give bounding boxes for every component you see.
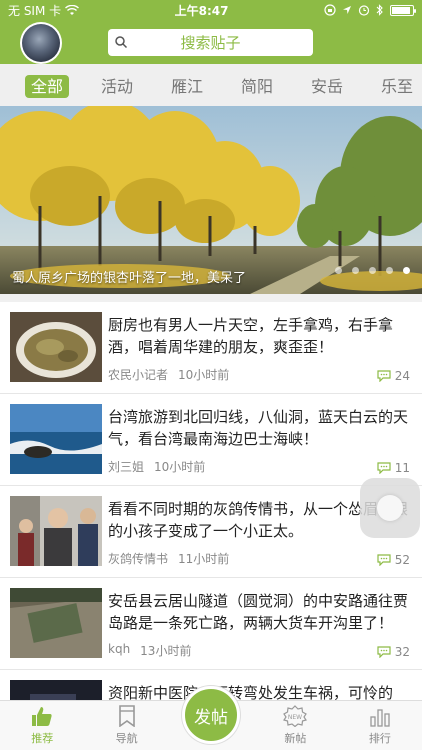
tab-label: 活动: [100, 77, 133, 96]
post-time: 10小时前: [154, 460, 206, 474]
nav-label: 推荐: [31, 732, 54, 745]
carousel-dot[interactable]: [335, 267, 342, 274]
nav-label: 新帖: [284, 732, 307, 745]
category-tabs: 全部 活动 雁江 简阳 安岳 乐至: [0, 64, 422, 106]
status-right: [324, 4, 416, 16]
nav-recommend[interactable]: 推荐: [0, 701, 84, 750]
carousel-dot[interactable]: [386, 267, 393, 274]
comment-number: 24: [394, 369, 410, 383]
comment-count: 24: [377, 369, 410, 383]
carrier-label: 无 SIM 卡: [8, 3, 62, 18]
location-arrow-icon: [343, 6, 351, 14]
post-button-label: 发帖: [194, 707, 228, 728]
bookmark-icon: [118, 705, 135, 727]
post-item[interactable]: 台湾旅游到北回归线，八仙洞，蓝天白云的天气，看台湾最南海边巴士海峡！ 刘三姐 1…: [0, 394, 422, 486]
search-placeholder: 搜索贴子: [180, 34, 241, 52]
header: 搜索贴子: [0, 20, 422, 64]
banner-caption: 蜀人原乡广场的银杏叶落了一地，美呆了: [12, 271, 247, 286]
comment-icon: [377, 554, 391, 566]
comment-count: 11: [377, 461, 410, 475]
post-title: 安岳县云居山隧道（圆觉洞）的中安路通往贾岛路是一条死亡路，两辆大货车开沟里了！: [108, 592, 409, 632]
post-meta: kqh 13小时前: [108, 642, 191, 659]
new-badge-icon: NEW: [283, 705, 308, 727]
tab-jianyang[interactable]: 简阳: [222, 73, 292, 97]
post-thumbnail: [10, 404, 102, 474]
post-feed: 厨房也有男人一片天空，左手拿鸡，右手拿酒，唱着周华建的朋友，爽歪歪！ 农民小记者…: [0, 294, 422, 750]
top-bar: 无 SIM 卡 上午8:47 搜索贴子: [0, 0, 422, 64]
app-screen: 无 SIM 卡 上午8:47 搜索贴子 全部 活动 雁江 简阳 安岳 乐至 蜀人…: [0, 0, 422, 750]
avatar-image: [22, 24, 60, 62]
post-time: 13小时前: [140, 644, 192, 658]
post-time: 11小时前: [178, 552, 230, 566]
comment-icon: [377, 646, 391, 658]
tab-anyue[interactable]: 安岳: [292, 73, 362, 97]
carousel-dots: [335, 267, 410, 274]
thumbs-up-icon: [32, 707, 52, 726]
tab-label: 安岳: [310, 77, 343, 96]
post-thumbnail: [10, 588, 102, 658]
status-left: 无 SIM 卡: [8, 2, 80, 19]
alarm-icon: [358, 5, 370, 16]
tab-activity[interactable]: 活动: [82, 73, 152, 97]
assistive-touch-button[interactable]: [360, 478, 420, 538]
post-item[interactable]: 厨房也有男人一片天空，左手拿鸡，右手拿酒，唱着周华建的朋友，爽歪歪！ 农民小记者…: [0, 294, 422, 394]
post-item[interactable]: 看看不同时期的灰鸽传情书，从一个怂眉怂眼的小孩子变成了一个小正太。 灰鸽传情书 …: [0, 486, 422, 578]
status-time: 上午8:47: [174, 3, 229, 18]
nav-label: 导航: [115, 732, 138, 745]
comment-icon: [377, 462, 391, 474]
tab-label: 全部: [24, 75, 69, 98]
battery-icon: [390, 4, 416, 16]
carousel-dot[interactable]: [352, 267, 359, 274]
tab-label: 乐至: [380, 77, 413, 96]
assistive-touch-dot: [377, 495, 403, 521]
comment-count: 52: [377, 553, 410, 567]
comment-number: 52: [394, 553, 410, 567]
tab-lezhi[interactable]: 乐至: [362, 73, 422, 97]
svg-text:NEW: NEW: [288, 714, 302, 721]
post-author: kqh: [108, 642, 131, 656]
post-time: 10小时前: [178, 368, 230, 382]
tab-all[interactable]: 全部: [12, 73, 82, 98]
post-title: 厨房也有男人一片天空，左手拿鸡，右手拿酒，唱着周华建的朋友，爽歪歪！: [108, 316, 394, 356]
bar-chart-icon: [370, 709, 390, 727]
post-meta: 刘三姐 10小时前: [108, 458, 205, 475]
post-thumbnail: [10, 312, 102, 382]
wifi-icon: [65, 4, 80, 15]
lock-rotation-icon: [324, 4, 336, 16]
tab-label: 雁江: [170, 77, 203, 96]
comment-count: 32: [377, 645, 410, 659]
search-icon: [115, 36, 128, 49]
post-item[interactable]: 安岳县云居山隧道（圆觉洞）的中安路通往贾岛路是一条死亡路，两辆大货车开沟里了！ …: [0, 578, 422, 670]
search-box[interactable]: 搜索贴子: [108, 29, 313, 56]
post-author: 灰鸽传情书: [108, 552, 169, 566]
bluetooth-icon: [376, 4, 383, 16]
post-author: 农民小记者: [108, 368, 169, 382]
tab-yanjiang[interactable]: 雁江: [152, 73, 222, 97]
banner-image: [0, 106, 422, 294]
status-bar: 无 SIM 卡 上午8:47: [0, 0, 422, 20]
nav-new-posts[interactable]: NEW 新帖: [253, 701, 337, 750]
comment-number: 11: [394, 461, 410, 475]
comment-icon: [377, 370, 391, 382]
post-author: 刘三姐: [108, 460, 145, 474]
tab-list: 全部 活动 雁江 简阳 安岳 乐至: [0, 73, 422, 98]
user-avatar[interactable]: [20, 22, 62, 64]
banner-carousel[interactable]: 蜀人原乡广场的银杏叶落了一地，美呆了: [0, 106, 422, 294]
carousel-dot[interactable]: [403, 267, 410, 274]
post-meta: 灰鸽传情书 11小时前: [108, 550, 229, 567]
tab-label: 简阳: [240, 77, 273, 96]
post-thumbnail: [10, 496, 102, 566]
nav-guide[interactable]: 导航: [84, 701, 168, 750]
post-button[interactable]: 发帖: [182, 686, 240, 744]
post-meta: 农民小记者 10小时前: [108, 366, 229, 383]
carousel-dot[interactable]: [369, 267, 376, 274]
nav-ranking[interactable]: 排行: [338, 701, 422, 750]
battery-fill: [392, 6, 410, 14]
comment-number: 32: [394, 645, 410, 659]
post-title: 台湾旅游到北回归线，八仙洞，蓝天白云的天气，看台湾最南海边巴士海峡！: [108, 408, 409, 448]
nav-label: 排行: [368, 732, 391, 745]
